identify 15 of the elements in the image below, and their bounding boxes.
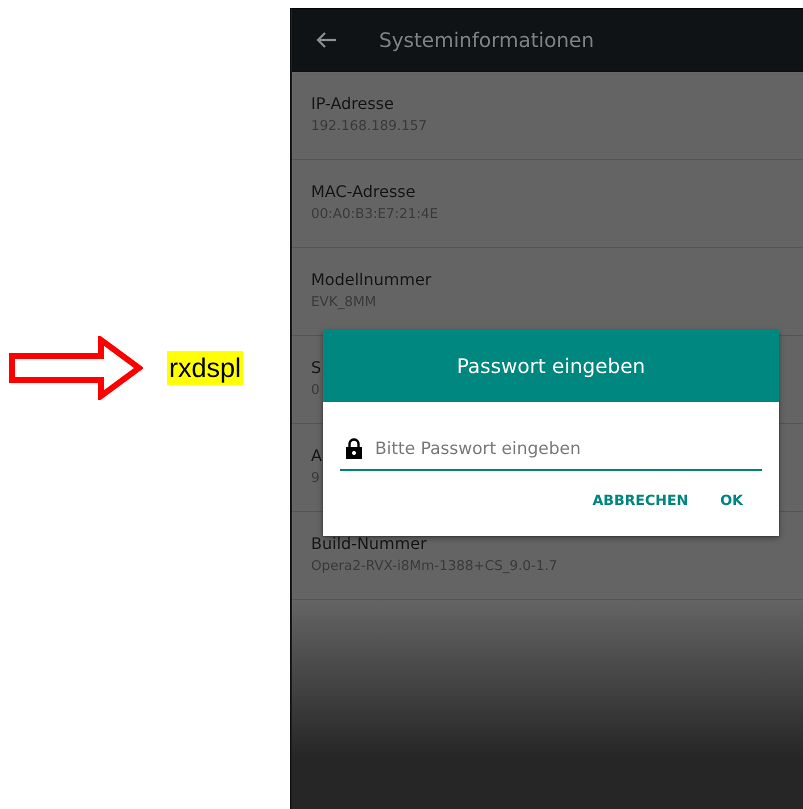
setting-title: S — [311, 358, 322, 377]
arrow-icon — [9, 336, 143, 400]
setting-title: IP-Adresse — [311, 94, 394, 113]
setting-title: Build-Nummer — [311, 534, 427, 553]
screen-title: Systeminformationen — [379, 28, 594, 52]
setting-title: Modellnummer — [311, 270, 432, 289]
setting-title: A — [311, 446, 322, 465]
dialog-title: Passwort eingeben — [456, 354, 646, 378]
back-arrow-icon[interactable] — [315, 31, 337, 49]
setting-title: MAC-Adresse — [311, 182, 416, 201]
annotation-label: rxdspl — [167, 350, 244, 384]
dialog-button[interactable]: OK — [714, 489, 749, 513]
dialog-button[interactable]: ABBRECHEN — [586, 489, 694, 513]
lock-icon — [345, 438, 363, 460]
password-field[interactable]: Bitte Passwort eingeben — [375, 438, 762, 458]
